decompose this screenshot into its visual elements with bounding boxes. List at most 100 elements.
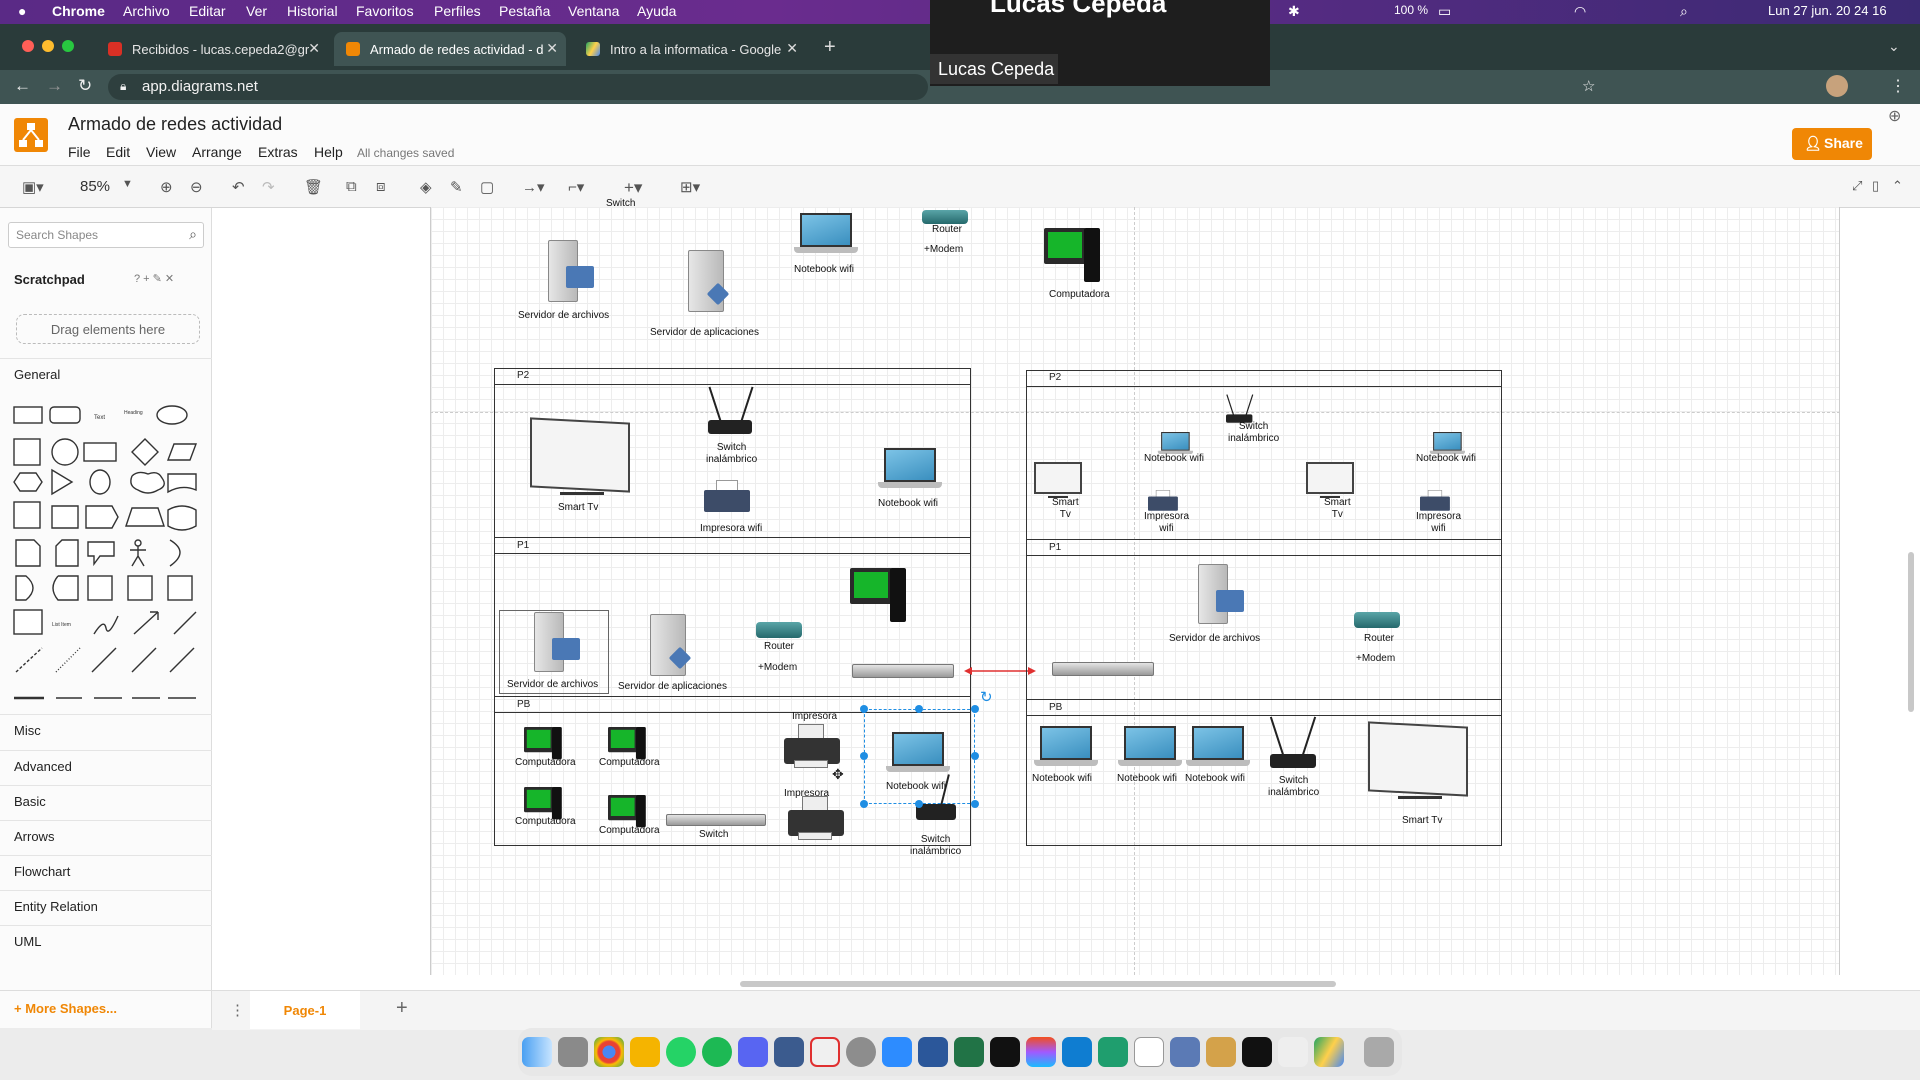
forward-arrow-icon[interactable]: → — [46, 76, 63, 96]
general-section-header[interactable]: General — [0, 358, 212, 388]
more-shapes-button[interactable]: + More Shapes... — [0, 990, 212, 1028]
wifi-icon[interactable]: ◠ — [1574, 3, 1586, 20]
apple-icon[interactable]: ● — [18, 3, 26, 19]
format-panel-icon[interactable]: ▣▾ — [22, 178, 44, 196]
zoom-dropdown-icon[interactable]: ▼ — [122, 178, 133, 190]
profile-avatar[interactable] — [1826, 75, 1848, 97]
notes-icon[interactable] — [630, 1037, 660, 1067]
zoom-level[interactable]: 85% — [80, 178, 110, 195]
page-tab-active[interactable]: Page-1 — [250, 991, 360, 1029]
tab-close-icon[interactable]: ✕ — [786, 40, 798, 57]
app-icon-green[interactable] — [1098, 1037, 1128, 1067]
menu-help[interactable]: Help — [314, 144, 343, 160]
menu-historial[interactable]: Historial — [287, 3, 338, 19]
whatsapp-icon[interactable] — [666, 1037, 696, 1067]
resize-handle[interactable] — [860, 705, 868, 713]
section-uml[interactable]: UML — [0, 925, 212, 955]
resize-handle[interactable] — [860, 800, 868, 808]
redo-icon[interactable]: ↷ — [262, 178, 275, 196]
folder-icon[interactable] — [1206, 1037, 1236, 1067]
tab-search-chevron-icon[interactable]: ⌄ — [1888, 38, 1900, 55]
back-arrow-icon[interactable]: ← — [14, 76, 31, 96]
word-icon[interactable] — [918, 1037, 948, 1067]
trash-icon[interactable] — [1364, 1037, 1394, 1067]
app-icon[interactable] — [774, 1037, 804, 1067]
system-settings-icon[interactable] — [846, 1037, 876, 1067]
menu-file[interactable]: File — [68, 144, 91, 160]
window-close-button[interactable] — [22, 40, 34, 52]
r-icon[interactable] — [1134, 1037, 1164, 1067]
menu-pestana[interactable]: Pestaña — [499, 3, 550, 19]
virtualbox-icon[interactable] — [1170, 1037, 1200, 1067]
section-basic[interactable]: Basic — [0, 785, 212, 815]
search-icon[interactable]: ⌕ — [189, 226, 197, 243]
app-icon-red[interactable] — [810, 1037, 840, 1067]
switch-shape[interactable] — [852, 664, 954, 678]
share-button[interactable]: 👤︎ Share — [1792, 128, 1872, 160]
language-globe-icon[interactable]: ⊕ — [1888, 106, 1901, 126]
new-tab-button[interactable]: + — [824, 36, 836, 59]
bookmark-star-icon[interactable]: ☆ — [1582, 77, 1595, 95]
excel-icon[interactable] — [954, 1037, 984, 1067]
section-advanced[interactable]: Advanced — [0, 750, 212, 780]
table-icon[interactable]: ⊞▾ — [680, 178, 700, 196]
menu-editar[interactable]: Editar — [189, 3, 226, 19]
to-front-icon[interactable]: ⧉ — [346, 178, 357, 195]
rotate-handle-icon[interactable]: ↻ — [980, 688, 993, 706]
tab-google-drive[interactable]: Intro a la informatica - Google ✕ — [574, 32, 806, 66]
menu-view[interactable]: View — [146, 144, 176, 160]
zoom-out-icon[interactable]: ⊖ — [190, 178, 203, 196]
menu-ver[interactable]: Ver — [246, 3, 267, 19]
scratchpad-header[interactable]: Scratchpad ? + ✎ ✕ — [0, 264, 212, 294]
url-bar[interactable]: 🔒︎ app.diagrams.net — [108, 74, 928, 100]
window-minimize-button[interactable] — [42, 40, 54, 52]
horizontal-scrollbar[interactable] — [740, 981, 1336, 987]
section-arrows[interactable]: Arrows — [0, 820, 212, 850]
vertical-scrollbar[interactable] — [1908, 552, 1914, 712]
connection-style-icon[interactable]: →▾ — [522, 178, 545, 196]
line-color-icon[interactable]: ✎ — [450, 178, 463, 196]
spotlight-search-icon[interactable]: ⌕ — [1680, 3, 1688, 20]
logi-icon[interactable] — [1242, 1037, 1272, 1067]
router-shape[interactable] — [756, 622, 802, 638]
battery-icon[interactable]: ▭ — [1438, 3, 1451, 20]
delete-icon[interactable]: 🗑︎ — [304, 178, 323, 196]
chrome-icon[interactable] — [594, 1037, 624, 1067]
tab-gmail[interactable]: Recibidos - lucas.cepeda2@gr ✕ — [96, 32, 328, 66]
finder-icon[interactable] — [522, 1037, 552, 1067]
collapse-chevron-icon[interactable]: ⌃ — [1892, 178, 1903, 194]
resize-handle[interactable] — [915, 705, 923, 713]
menu-edit[interactable]: Edit — [106, 144, 130, 160]
figma-icon[interactable] — [1026, 1037, 1056, 1067]
tab-close-icon[interactable]: ✕ — [546, 40, 558, 57]
router-shape[interactable] — [1354, 612, 1400, 628]
zoom-icon[interactable] — [882, 1037, 912, 1067]
resize-handle[interactable] — [971, 705, 979, 713]
vscode-icon[interactable] — [1062, 1037, 1092, 1067]
reload-icon[interactable]: ↻ — [78, 76, 92, 96]
menu-extras[interactable]: Extras — [258, 144, 298, 160]
waypoints-icon[interactable]: ⌐▾ — [568, 178, 584, 196]
preview-icon[interactable] — [1278, 1037, 1308, 1067]
window-zoom-button[interactable] — [62, 40, 74, 52]
search-shapes-input[interactable]: Search Shapes ⌕ — [8, 222, 204, 248]
resize-handle[interactable] — [860, 752, 868, 760]
section-misc[interactable]: Misc — [0, 714, 212, 744]
menu-app-name[interactable]: Chrome — [52, 3, 105, 19]
tab-close-icon[interactable]: ✕ — [308, 40, 320, 57]
switch-shape[interactable] — [666, 814, 766, 826]
terminal-icon[interactable] — [990, 1037, 1020, 1067]
shadow-icon[interactable]: ▢ — [480, 178, 494, 196]
browser-menu-icon[interactable]: ⋮ — [1890, 76, 1906, 96]
to-back-icon[interactable]: ⧈ — [376, 178, 386, 195]
router-shape[interactable] — [922, 210, 968, 224]
section-entity-relation[interactable]: Entity Relation — [0, 890, 212, 920]
scratchpad-actions-icons[interactable]: ? + ✎ ✕ — [134, 272, 174, 285]
tab-diagrams[interactable]: Armado de redes actividad - d ✕ — [334, 32, 566, 66]
toggle-panels-icon[interactable]: ▯ — [1872, 178, 1879, 194]
menu-ayuda[interactable]: Ayuda — [637, 3, 676, 19]
undo-icon[interactable]: ↶ — [232, 178, 245, 196]
launchpad-icon[interactable] — [558, 1037, 588, 1067]
bluetooth-icon[interactable]: ✱ — [1288, 3, 1300, 20]
discord-icon[interactable] — [738, 1037, 768, 1067]
